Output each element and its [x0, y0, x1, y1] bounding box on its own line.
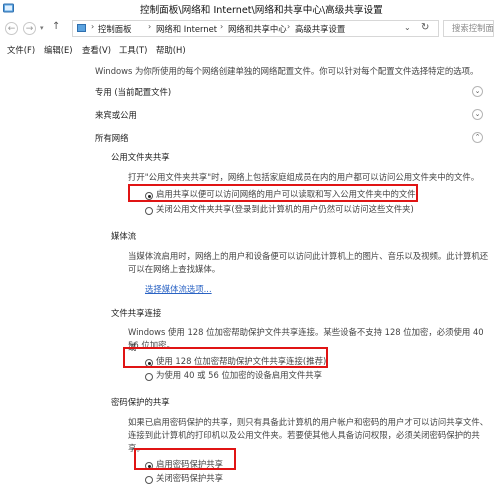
chevron-down-icon[interactable]: ⌄: [472, 109, 483, 120]
navigation-bar: ← → ▾ ↑ › 控制面板 › 网络和 Internet › 网络和共享中心 …: [0, 17, 494, 41]
window-title: 控制面板\网络和 Internet\网络和共享中心\高级共享设置: [140, 5, 383, 16]
menu-edit[interactable]: 编辑(E): [44, 44, 73, 56]
highlight-box: [134, 448, 236, 470]
breadcrumb-separator-icon: ›: [91, 22, 95, 31]
option-encryption-40-56[interactable]: 为使用 40 或 56 位加密的设备启用文件共享: [156, 368, 322, 383]
control-panel-icon: [77, 24, 86, 32]
profile-all-networks-label[interactable]: 所有网络: [95, 132, 129, 144]
breadcrumb-separator-icon: ›: [148, 22, 152, 31]
refresh-icon[interactable]: ↻: [421, 22, 429, 33]
breadcrumb-item[interactable]: 网络和 Internet: [156, 23, 217, 35]
chevron-up-icon[interactable]: ⌃: [472, 132, 483, 143]
breadcrumb-separator-icon: ›: [220, 22, 224, 31]
search-input[interactable]: 搜索控制面: [443, 20, 494, 37]
highlight-box: [123, 347, 328, 368]
menu-file[interactable]: 文件(F): [7, 44, 35, 56]
file-sharing-heading: 文件共享连接: [111, 308, 162, 318]
up-arrow-icon[interactable]: ↑: [52, 21, 60, 32]
menu-tools[interactable]: 工具(T): [119, 44, 147, 56]
breadcrumb-item[interactable]: 控制面板: [98, 23, 132, 35]
address-bar[interactable]: › 控制面板 › 网络和 Internet › 网络和共享中心 › 高级共享设置…: [72, 20, 439, 37]
control-panel-icon: [3, 3, 14, 13]
radio-public-disable[interactable]: [145, 207, 153, 215]
menu-view[interactable]: 查看(V): [82, 44, 111, 56]
option-public-disable[interactable]: 关闭公用文件夹共享(登录到此计算机的用户仍然可以访问这些文件夹): [156, 202, 414, 217]
breadcrumb-item[interactable]: 高级共享设置: [295, 23, 345, 35]
public-folder-heading: 公用文件夹共享: [111, 152, 170, 162]
chevron-down-icon[interactable]: ⌄: [472, 86, 483, 97]
back-arrow-icon[interactable]: ←: [5, 22, 18, 35]
forward-arrow-icon[interactable]: →: [23, 22, 36, 35]
password-description-line2: 连接到此计算机的打印机以及公用文件夹。若要使其他人具备访问权限，必须关闭密码保护…: [128, 430, 480, 440]
profile-private-label[interactable]: 专用 (当前配置文件): [95, 86, 171, 98]
media-options-link[interactable]: 选择媒体流选项...: [145, 283, 212, 295]
menu-bar: 文件(F) 编辑(E) 查看(V) 工具(T) 帮助(H): [0, 41, 494, 58]
recent-locations-icon[interactable]: ▾: [40, 24, 44, 32]
highlight-box: [128, 184, 418, 202]
radio-encryption-40-56[interactable]: [145, 373, 153, 381]
intro-text: Windows 为你所使用的每个网络创建单独的网络配置文件。你可以针对每个配置文…: [95, 66, 479, 76]
password-heading: 密码保护的共享: [111, 397, 170, 407]
public-folder-description: 打开"公用文件夹共享"时，网络上包括家庭组成员在内的用户都可以访问公用文件夹中的…: [128, 172, 480, 182]
menu-help[interactable]: 帮助(H): [156, 44, 186, 56]
title-bar: 控制面板\网络和 Internet\网络和共享中心\高级共享设置: [0, 0, 494, 17]
media-heading: 媒体流: [111, 231, 137, 241]
breadcrumb-item[interactable]: 网络和共享中心: [228, 23, 287, 35]
radio-password-disable[interactable]: [145, 476, 153, 484]
media-description-line2: 可以在网络上查找媒体。: [128, 264, 221, 274]
breadcrumb-separator-icon: ›: [287, 22, 291, 31]
profile-guest-label[interactable]: 来宾或公用: [95, 109, 137, 121]
chevron-down-icon[interactable]: ⌄: [404, 23, 411, 32]
advanced-sharing-settings: Windows 为你所使用的每个网络创建单独的网络配置文件。你可以针对每个配置文…: [0, 58, 494, 484]
